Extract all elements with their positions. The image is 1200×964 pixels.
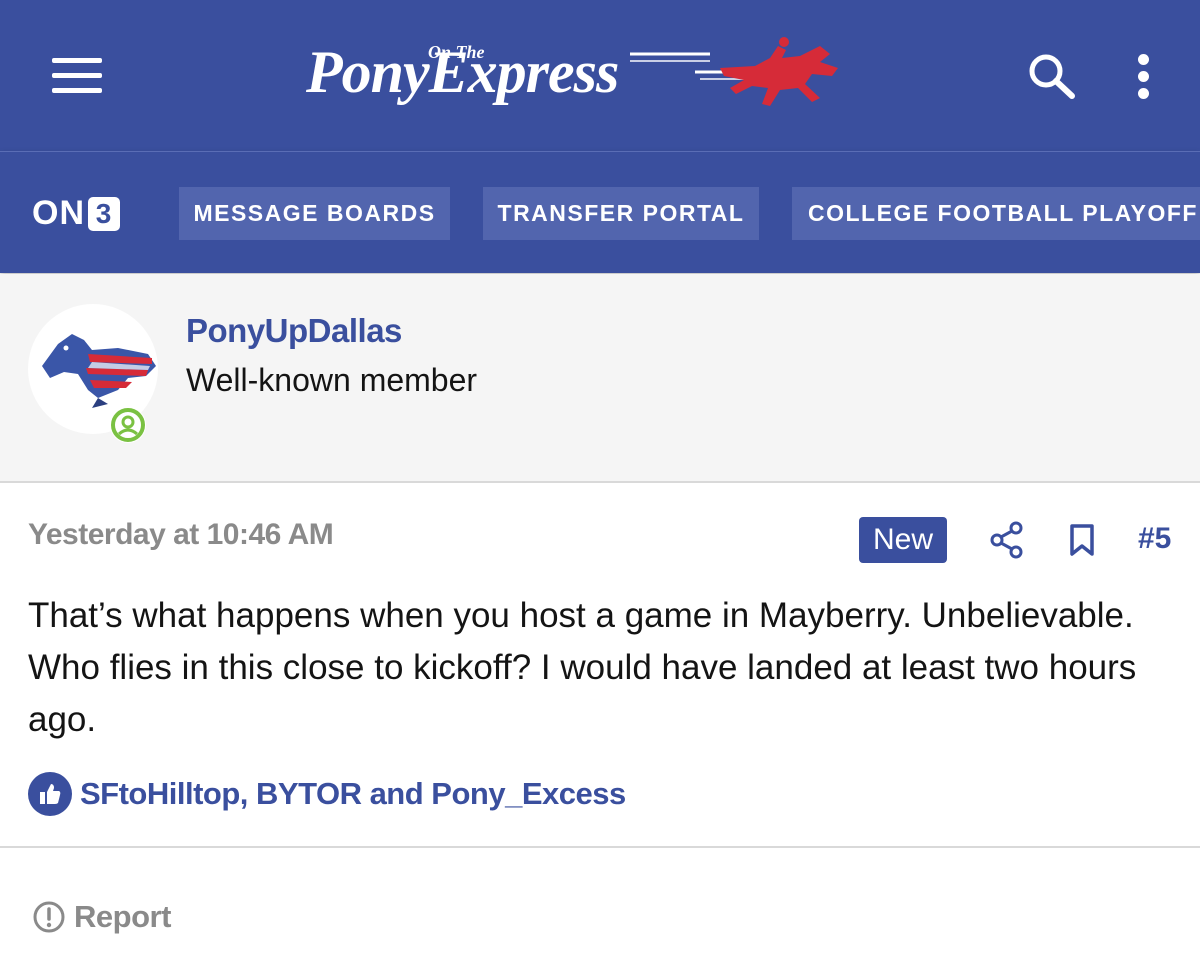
report-label: Report xyxy=(74,899,171,934)
user-title: Well-known member xyxy=(186,362,478,398)
search-icon[interactable] xyxy=(1026,52,1078,100)
post-user-bar: PonyUpDallas Well-known member xyxy=(0,274,1200,483)
hamburger-menu-icon[interactable] xyxy=(52,58,102,93)
username-link[interactable]: PonyUpDallas xyxy=(186,312,402,350)
share-icon[interactable] xyxy=(990,521,1024,559)
exclamation-circle-icon xyxy=(33,901,65,933)
logo-main-text: PonyExpress xyxy=(306,39,619,105)
report-button[interactable]: Report xyxy=(32,896,171,938)
post-body-text: That’s what happens when you host a game… xyxy=(28,596,1137,739)
top-nav: ON 3 MESSAGE BOARDS TRANSFER PORTAL COLL… xyxy=(0,151,1200,273)
site-logo[interactable]: On The PonyExpress xyxy=(300,28,860,128)
reaction-users-link[interactable]: SFtoHilltop, BYTOR and Pony_Excess xyxy=(80,776,626,812)
reactions-bar[interactable]: SFtoHilltop, BYTOR and Pony_Excess xyxy=(28,771,626,817)
nav-tab-college-football-playoff[interactable]: COLLEGE FOOTBALL PLAYOFF xyxy=(792,187,1200,240)
online-user-icon xyxy=(110,407,146,443)
new-badge: New xyxy=(859,517,947,563)
brand-box: 3 xyxy=(88,196,120,231)
bookmark-icon[interactable] xyxy=(1068,523,1096,557)
on3-brand-logo[interactable]: ON 3 xyxy=(32,194,120,233)
site-header: On The PonyExpress xyxy=(0,0,1200,151)
post-timestamp[interactable]: Yesterday at 10:46 AM xyxy=(28,518,334,552)
vertical-dots-icon[interactable] xyxy=(1132,54,1154,100)
horse-rider-icon xyxy=(720,37,838,106)
thumbs-up-icon xyxy=(28,772,72,816)
nav-tab-transfer-portal[interactable]: TRANSFER PORTAL xyxy=(483,187,759,240)
post-divider xyxy=(0,846,1200,848)
nav-tab-message-boards[interactable]: MESSAGE BOARDS xyxy=(179,187,450,240)
brand-prefix: ON xyxy=(32,194,85,232)
post-number-link[interactable]: #5 xyxy=(1138,522,1171,556)
